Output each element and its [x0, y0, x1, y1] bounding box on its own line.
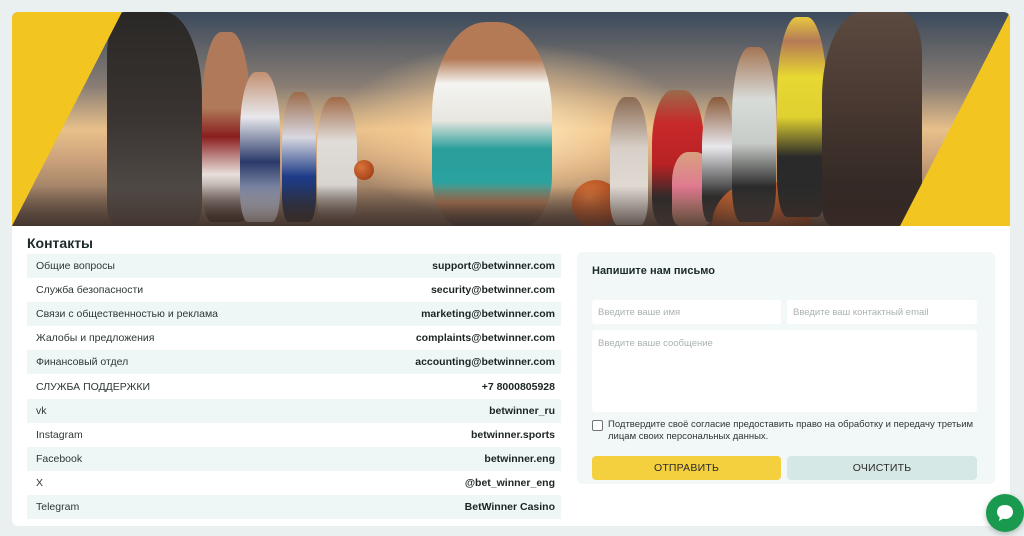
consent-row: Подтвердите своё согласие предоставить п…	[592, 419, 987, 443]
message-textarea[interactable]	[592, 330, 977, 412]
contact-row: Финансовый отдел accounting@betwinner.co…	[27, 350, 561, 375]
contact-value[interactable]: security@betwinner.com	[431, 284, 555, 296]
banner-yellow-stripe-left	[12, 12, 122, 226]
consent-checkbox[interactable]	[592, 420, 603, 431]
contact-label: Жалобы и предложения	[36, 332, 155, 345]
banner-yellow-stripe-right	[900, 12, 1010, 226]
contact-row: СЛУЖБА ПОДДЕРЖКИ +7 8000805928	[27, 374, 561, 398]
contact-label: Facebook	[36, 452, 83, 465]
contacts-title: Контакты	[27, 235, 94, 251]
contact-row: Жалобы и предложения complaints@betwinne…	[27, 326, 561, 350]
contact-row: Facebook betwinner.eng	[27, 446, 561, 471]
contact-row: Instagram betwinner.sports	[27, 423, 561, 447]
contact-label: Финансовый отдел	[36, 356, 129, 369]
contact-row: X @bet_winner_eng	[27, 471, 561, 495]
contact-value[interactable]: support@betwinner.com	[432, 260, 555, 272]
banner-floor	[12, 186, 1010, 226]
form-title: Напишите нам письмо	[592, 265, 715, 277]
chat-button[interactable]	[986, 494, 1024, 532]
contact-label: Общие вопросы	[36, 260, 115, 273]
contact-row: Служба безопасности security@betwinner.c…	[27, 278, 561, 302]
contact-label: Telegram	[36, 500, 80, 513]
clear-button[interactable]: ОЧИСТИТЬ	[787, 456, 977, 480]
contact-row: Telegram BetWinner Casino	[27, 494, 561, 520]
contact-label: Instagram	[36, 428, 83, 441]
contact-row: Связи с общественностью и реклама market…	[27, 302, 561, 327]
contact-value[interactable]: betwinner_ru	[489, 405, 555, 417]
contact-value[interactable]: marketing@betwinner.com	[421, 308, 555, 320]
send-button[interactable]: ОТПРАВИТЬ	[592, 456, 781, 480]
contacts-table: Общие вопросы support@betwinner.com Служ…	[27, 254, 561, 520]
contact-label: СЛУЖБА ПОДДЕРЖКИ	[36, 380, 151, 393]
contacts-page: Контакты Общие вопросы support@betwinner…	[12, 12, 1010, 526]
consent-text: Подтвердите своё согласие предоставить п…	[608, 419, 974, 442]
contact-value[interactable]: +7 8000805928	[482, 381, 555, 393]
contact-label: Служба безопасности	[36, 284, 144, 297]
contact-value[interactable]: BetWinner Casino	[465, 501, 555, 513]
contact-label: vk	[36, 404, 47, 417]
contact-value[interactable]: betwinner.sports	[471, 429, 555, 441]
contact-label: Связи с общественностью и реклама	[36, 308, 219, 321]
basketball-small	[354, 160, 374, 180]
name-input[interactable]	[592, 300, 781, 324]
sports-banner	[12, 12, 1010, 226]
email-input[interactable]	[787, 300, 977, 324]
contact-value[interactable]: complaints@betwinner.com	[416, 332, 555, 344]
contact-value[interactable]: accounting@betwinner.com	[415, 356, 555, 368]
contact-row: Общие вопросы support@betwinner.com	[27, 254, 561, 279]
contact-value[interactable]: betwinner.eng	[484, 453, 555, 465]
chat-bubble-icon	[997, 505, 1013, 521]
feedback-form: Напишите нам письмо Подтвердите своё сог…	[577, 252, 995, 484]
contact-label: X	[36, 476, 44, 489]
contact-value[interactable]: @bet_winner_eng	[465, 477, 555, 489]
contact-row: vk betwinner_ru	[27, 398, 561, 423]
